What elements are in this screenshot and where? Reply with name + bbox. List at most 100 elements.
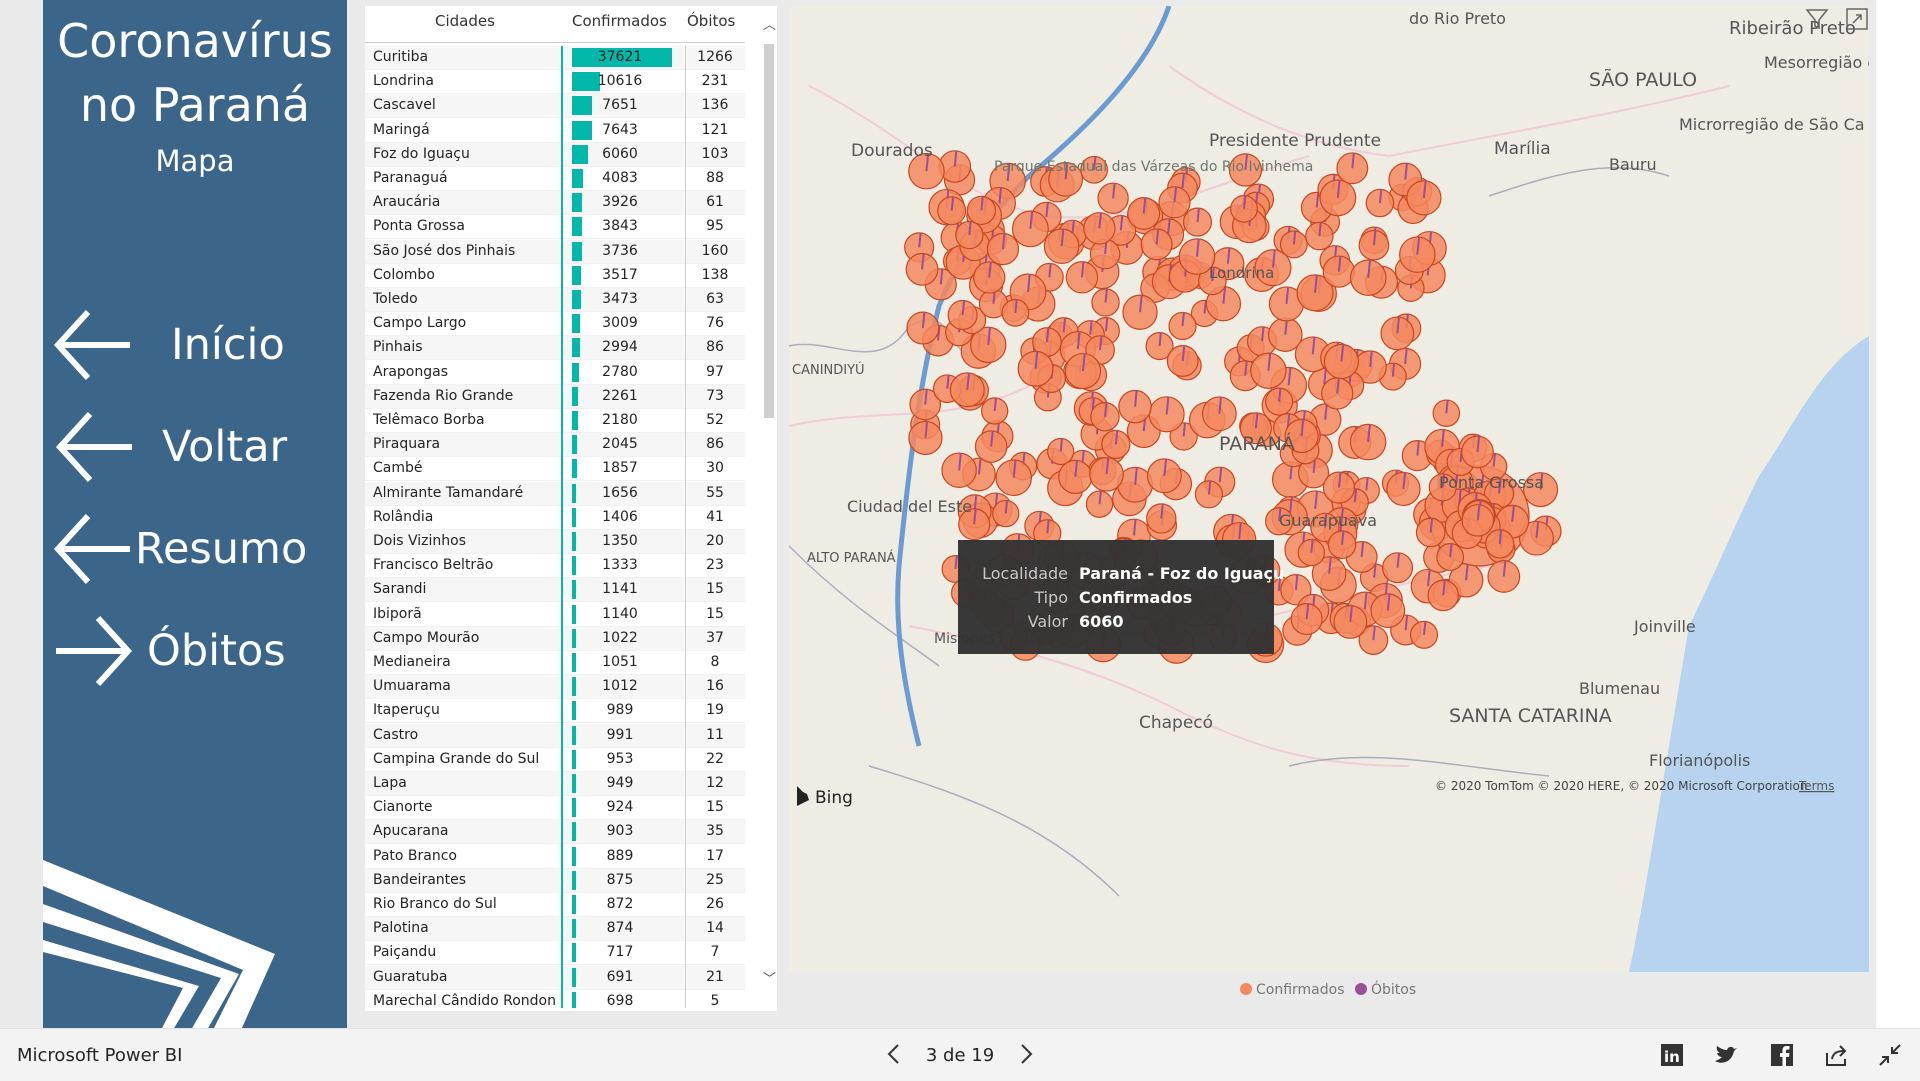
column-divider — [685, 46, 686, 1008]
table-row[interactable]: Ibiporã 1140 15 — [365, 603, 745, 627]
table-row[interactable]: Pinhais 2994 86 — [365, 336, 745, 361]
table-row[interactable]: Ponta Grossa 3843 95 — [365, 215, 745, 240]
deaths-slice — [1099, 335, 1103, 351]
city-bubble[interactable] — [908, 420, 943, 456]
table-row[interactable]: Almirante Tamandaré 1656 55 — [365, 481, 745, 506]
share-icon[interactable] — [1822, 1041, 1850, 1069]
table-row[interactable]: Sarandi 1141 15 — [365, 578, 745, 603]
powerbi-brand[interactable]: Microsoft Power BI — [17, 1045, 182, 1066]
city-bubble[interactable] — [1146, 503, 1177, 534]
table-row[interactable]: Medianeira 1051 8 — [365, 651, 745, 675]
map-label: Florianópolis — [1649, 751, 1750, 770]
cell-city: Londrina — [373, 73, 434, 90]
table-row[interactable]: Maringá 7643 121 — [365, 119, 745, 143]
table-row[interactable]: Fazenda Rio Grande 2261 73 — [365, 384, 745, 409]
table-row[interactable]: Umuarama 1012 16 — [365, 675, 745, 700]
cell-city: Cascavel — [373, 97, 436, 114]
next-page-icon[interactable] — [1012, 1039, 1040, 1069]
city-bubble[interactable] — [947, 299, 978, 331]
table-row[interactable]: Araucária 3926 61 — [365, 191, 745, 216]
exit-fullscreen-icon[interactable] — [1876, 1041, 1904, 1069]
table-row[interactable]: Paranaguá 4083 88 — [365, 167, 745, 191]
table-row[interactable]: Castro 991 11 — [365, 723, 745, 748]
table-scrollbar[interactable]: ︿ ﹀ — [760, 6, 776, 1011]
table-row[interactable]: Campo Mourão 1022 37 — [365, 626, 745, 651]
table-row[interactable]: Palotina 874 14 — [365, 917, 745, 942]
city-bubble[interactable] — [986, 232, 1020, 266]
twitter-icon[interactable] — [1712, 1041, 1740, 1069]
table-row[interactable]: Telêmaco Borba 2180 52 — [365, 409, 745, 433]
previous-page-icon[interactable] — [880, 1039, 908, 1069]
table-row[interactable]: Rolândia 1406 41 — [365, 506, 745, 530]
header-confirmados[interactable]: Confirmados — [572, 12, 667, 30]
city-bubble[interactable] — [1333, 605, 1368, 639]
resumo-button[interactable]: Resumo — [43, 506, 347, 596]
cell-deaths: 138 — [701, 266, 729, 283]
city-bubble[interactable] — [1017, 350, 1054, 387]
scroll-thumb[interactable] — [764, 44, 774, 418]
cell-deaths: 76 — [706, 315, 724, 332]
city-bubble[interactable] — [1122, 294, 1158, 330]
cell-confirmed: 1656 — [602, 484, 638, 501]
city-bubble[interactable] — [1461, 435, 1494, 469]
map-label: Bauru — [1609, 155, 1657, 174]
obitos-button[interactable]: Óbitos — [43, 608, 347, 698]
table-row[interactable]: Cianorte 924 15 — [365, 796, 745, 821]
inicio-button[interactable]: Início — [43, 302, 347, 392]
map-canvas[interactable]: do Rio Preto Ribeirão Preto Mesorregião … — [789, 6, 1869, 972]
cell-confirmed: 2994 — [602, 339, 638, 356]
table-row[interactable]: Lapa 949 12 — [365, 772, 745, 796]
table-row[interactable]: Londrina 10616 231 — [365, 70, 745, 95]
cell-confirmed: 1333 — [602, 557, 638, 574]
cell-confirmed: 924 — [606, 799, 634, 816]
cell-city: Rio Branco do Sul — [373, 896, 497, 912]
city-bubble[interactable] — [905, 252, 939, 286]
table-row[interactable]: Rio Branco do Sul 872 26 — [365, 893, 745, 917]
table-row[interactable]: Francisco Beltrão 1333 23 — [365, 554, 745, 579]
table-row[interactable]: Piraquara 2045 86 — [365, 433, 745, 458]
map-visual[interactable]: do Rio Preto Ribeirão Preto Mesorregião … — [789, 6, 1869, 972]
table-row[interactable]: Foz do Iguaçu 6060 103 — [365, 142, 745, 167]
table-row[interactable]: Marechal Cândido Rondon 698 5 — [365, 990, 745, 1008]
city-bubble[interactable] — [1323, 343, 1360, 380]
table-row[interactable]: Toledo 3473 63 — [365, 288, 745, 312]
table-row[interactable]: Arapongas 2780 97 — [365, 361, 745, 385]
scroll-down-icon[interactable]: ﹀ — [763, 968, 776, 987]
table-row[interactable]: Paiçandu 717 7 — [365, 941, 745, 966]
voltar-button[interactable]: Voltar — [43, 404, 347, 494]
focus-mode-icon[interactable] — [1844, 6, 1870, 32]
linkedin-icon[interactable]: in — [1658, 1041, 1686, 1069]
table-row[interactable]: São José dos Pinhais 3736 160 — [365, 239, 745, 264]
table-row[interactable]: Pato Branco 889 17 — [365, 845, 745, 869]
city-bubble[interactable] — [1380, 316, 1415, 351]
table-row[interactable]: Campina Grande do Sul 953 22 — [365, 748, 745, 772]
table-row[interactable]: Colombo 3517 138 — [365, 264, 745, 288]
city-bubble[interactable] — [1140, 228, 1173, 261]
table-row[interactable]: Itaperuçu 989 19 — [365, 699, 745, 724]
city-bubble[interactable] — [1336, 152, 1369, 185]
scroll-up-icon[interactable]: ︿ — [763, 14, 776, 33]
city-bubble[interactable] — [906, 311, 940, 345]
terms-link[interactable]: Terms — [1798, 779, 1834, 793]
table-row[interactable]: Dois Vizinhos 1350 20 — [365, 530, 745, 554]
table-row[interactable]: Campo Largo 3009 76 — [365, 312, 745, 337]
table-row[interactable]: Apucarana 903 35 — [365, 820, 745, 845]
header-cidades[interactable]: Cidades — [435, 12, 495, 30]
cell-confirmed: 875 — [606, 871, 634, 888]
city-bubble[interactable] — [949, 372, 985, 408]
table-row[interactable]: Guaratuba 691 21 — [365, 965, 745, 990]
table-row[interactable]: Cambé 1857 30 — [365, 457, 745, 482]
facebook-icon[interactable] — [1768, 1041, 1796, 1069]
header-obitos[interactable]: Óbitos — [687, 12, 735, 30]
table-row[interactable]: Curitiba 37621 1266 — [365, 46, 745, 70]
filter-icon[interactable] — [1804, 6, 1830, 32]
deaths-slice — [1318, 222, 1322, 237]
tooltip-key-localidade: Localidade — [982, 564, 1068, 583]
cell-confirmed: 1140 — [602, 605, 638, 622]
table-row[interactable]: Bandeirantes 875 25 — [365, 868, 745, 893]
cell-deaths: 21 — [706, 968, 724, 985]
table-row[interactable]: Cascavel 7651 136 — [365, 94, 745, 119]
cell-deaths: 37 — [706, 629, 724, 646]
cities-table[interactable]: Cidades Confirmados Óbitos Curitiba 37621… — [365, 6, 777, 1011]
city-bubble[interactable] — [1201, 396, 1237, 432]
